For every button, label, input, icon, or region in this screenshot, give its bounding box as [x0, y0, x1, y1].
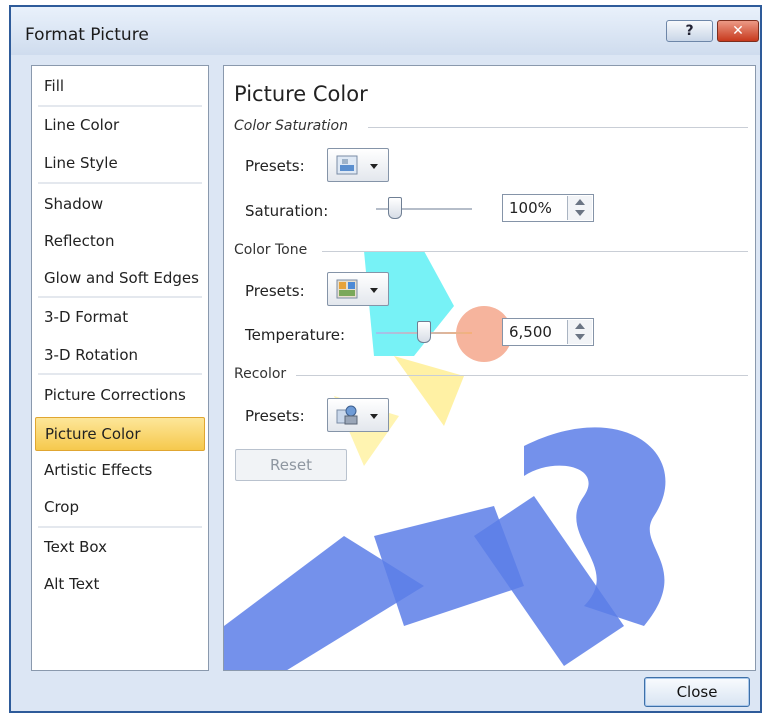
saturation-presets-dropdown[interactable]: [327, 148, 389, 182]
nav-separator: [38, 105, 202, 107]
nav-item-alt-text[interactable]: Alt Text: [35, 569, 205, 599]
nav-item-artistic-effects[interactable]: Artistic Effects: [35, 455, 205, 485]
nav-item-line-style[interactable]: Line Style: [35, 148, 205, 178]
tone-presets-dropdown[interactable]: [327, 272, 389, 306]
nav-item-line-color[interactable]: Line Color: [35, 110, 205, 140]
close-button[interactable]: Close: [644, 677, 750, 707]
temperature-value: 6,500: [509, 323, 552, 341]
nav-item-crop[interactable]: Crop: [35, 492, 205, 522]
nav-item-picture-color[interactable]: Picture Color: [35, 417, 205, 451]
temperature-label: Temperature:: [245, 326, 346, 344]
panel-heading: Picture Color: [234, 82, 368, 106]
section-divider: [368, 127, 748, 128]
section-color-tone: Color Tone: [234, 242, 308, 258]
nav-separator: [38, 526, 202, 528]
help-icon: ?: [685, 23, 694, 39]
nav-separator: [38, 373, 202, 375]
category-list: Fill Line Color Line Style Shadow Reflec…: [31, 65, 209, 671]
temperature-spinbox[interactable]: 6,500: [502, 318, 594, 346]
recolor-preset-icon: [336, 405, 358, 425]
section-divider: [322, 251, 748, 252]
nav-item-3d-rotation[interactable]: 3-D Rotation: [35, 340, 205, 370]
reset-button[interactable]: Reset: [235, 449, 347, 481]
nav-item-picture-corrections[interactable]: Picture Corrections: [35, 380, 205, 410]
section-color-saturation: Color Saturation: [234, 118, 348, 134]
spin-up-icon[interactable]: [575, 323, 585, 329]
recolor-presets-dropdown[interactable]: [327, 398, 389, 432]
dropdown-arrow-icon: [370, 164, 378, 169]
nav-item-reflection[interactable]: Reflecton: [35, 226, 205, 256]
spin-down-icon[interactable]: [575, 210, 585, 216]
dialog-title: Format Picture: [25, 25, 149, 45]
help-button[interactable]: ?: [666, 20, 713, 42]
picture-color-panel: Picture Color Color Saturation Presets: …: [223, 65, 756, 671]
tone-presets-label: Presets:: [245, 282, 305, 300]
nav-separator: [38, 296, 202, 298]
saturation-preset-icon: [336, 155, 358, 175]
nav-item-3d-format[interactable]: 3-D Format: [35, 302, 205, 332]
saturation-presets-label: Presets:: [245, 157, 305, 175]
spin-down-icon[interactable]: [575, 334, 585, 340]
spin-up-icon[interactable]: [575, 199, 585, 205]
format-picture-dialog: Format Picture ? ✕ Fill Line Color Line …: [9, 5, 762, 713]
nav-item-fill[interactable]: Fill: [35, 71, 205, 101]
recolor-presets-label: Presets:: [245, 407, 305, 425]
saturation-slider-thumb[interactable]: [388, 197, 403, 219]
nav-item-text-box[interactable]: Text Box: [35, 532, 205, 562]
saturation-spinbox[interactable]: 100%: [502, 194, 594, 222]
saturation-value: 100%: [509, 199, 552, 217]
nav-separator: [38, 182, 202, 184]
tone-preset-icon: [336, 279, 358, 299]
saturation-label: Saturation:: [245, 202, 329, 220]
dropdown-arrow-icon: [370, 288, 378, 293]
dropdown-arrow-icon: [370, 414, 378, 419]
nav-item-glow-soft-edges[interactable]: Glow and Soft Edges: [35, 263, 205, 293]
close-icon: ✕: [732, 23, 744, 39]
section-divider: [296, 375, 748, 376]
title-bar: Format Picture ? ✕: [11, 7, 760, 55]
nav-item-shadow[interactable]: Shadow: [35, 189, 205, 219]
temperature-slider-thumb[interactable]: [417, 321, 431, 343]
section-recolor: Recolor: [234, 366, 287, 382]
close-window-button[interactable]: ✕: [717, 20, 759, 42]
